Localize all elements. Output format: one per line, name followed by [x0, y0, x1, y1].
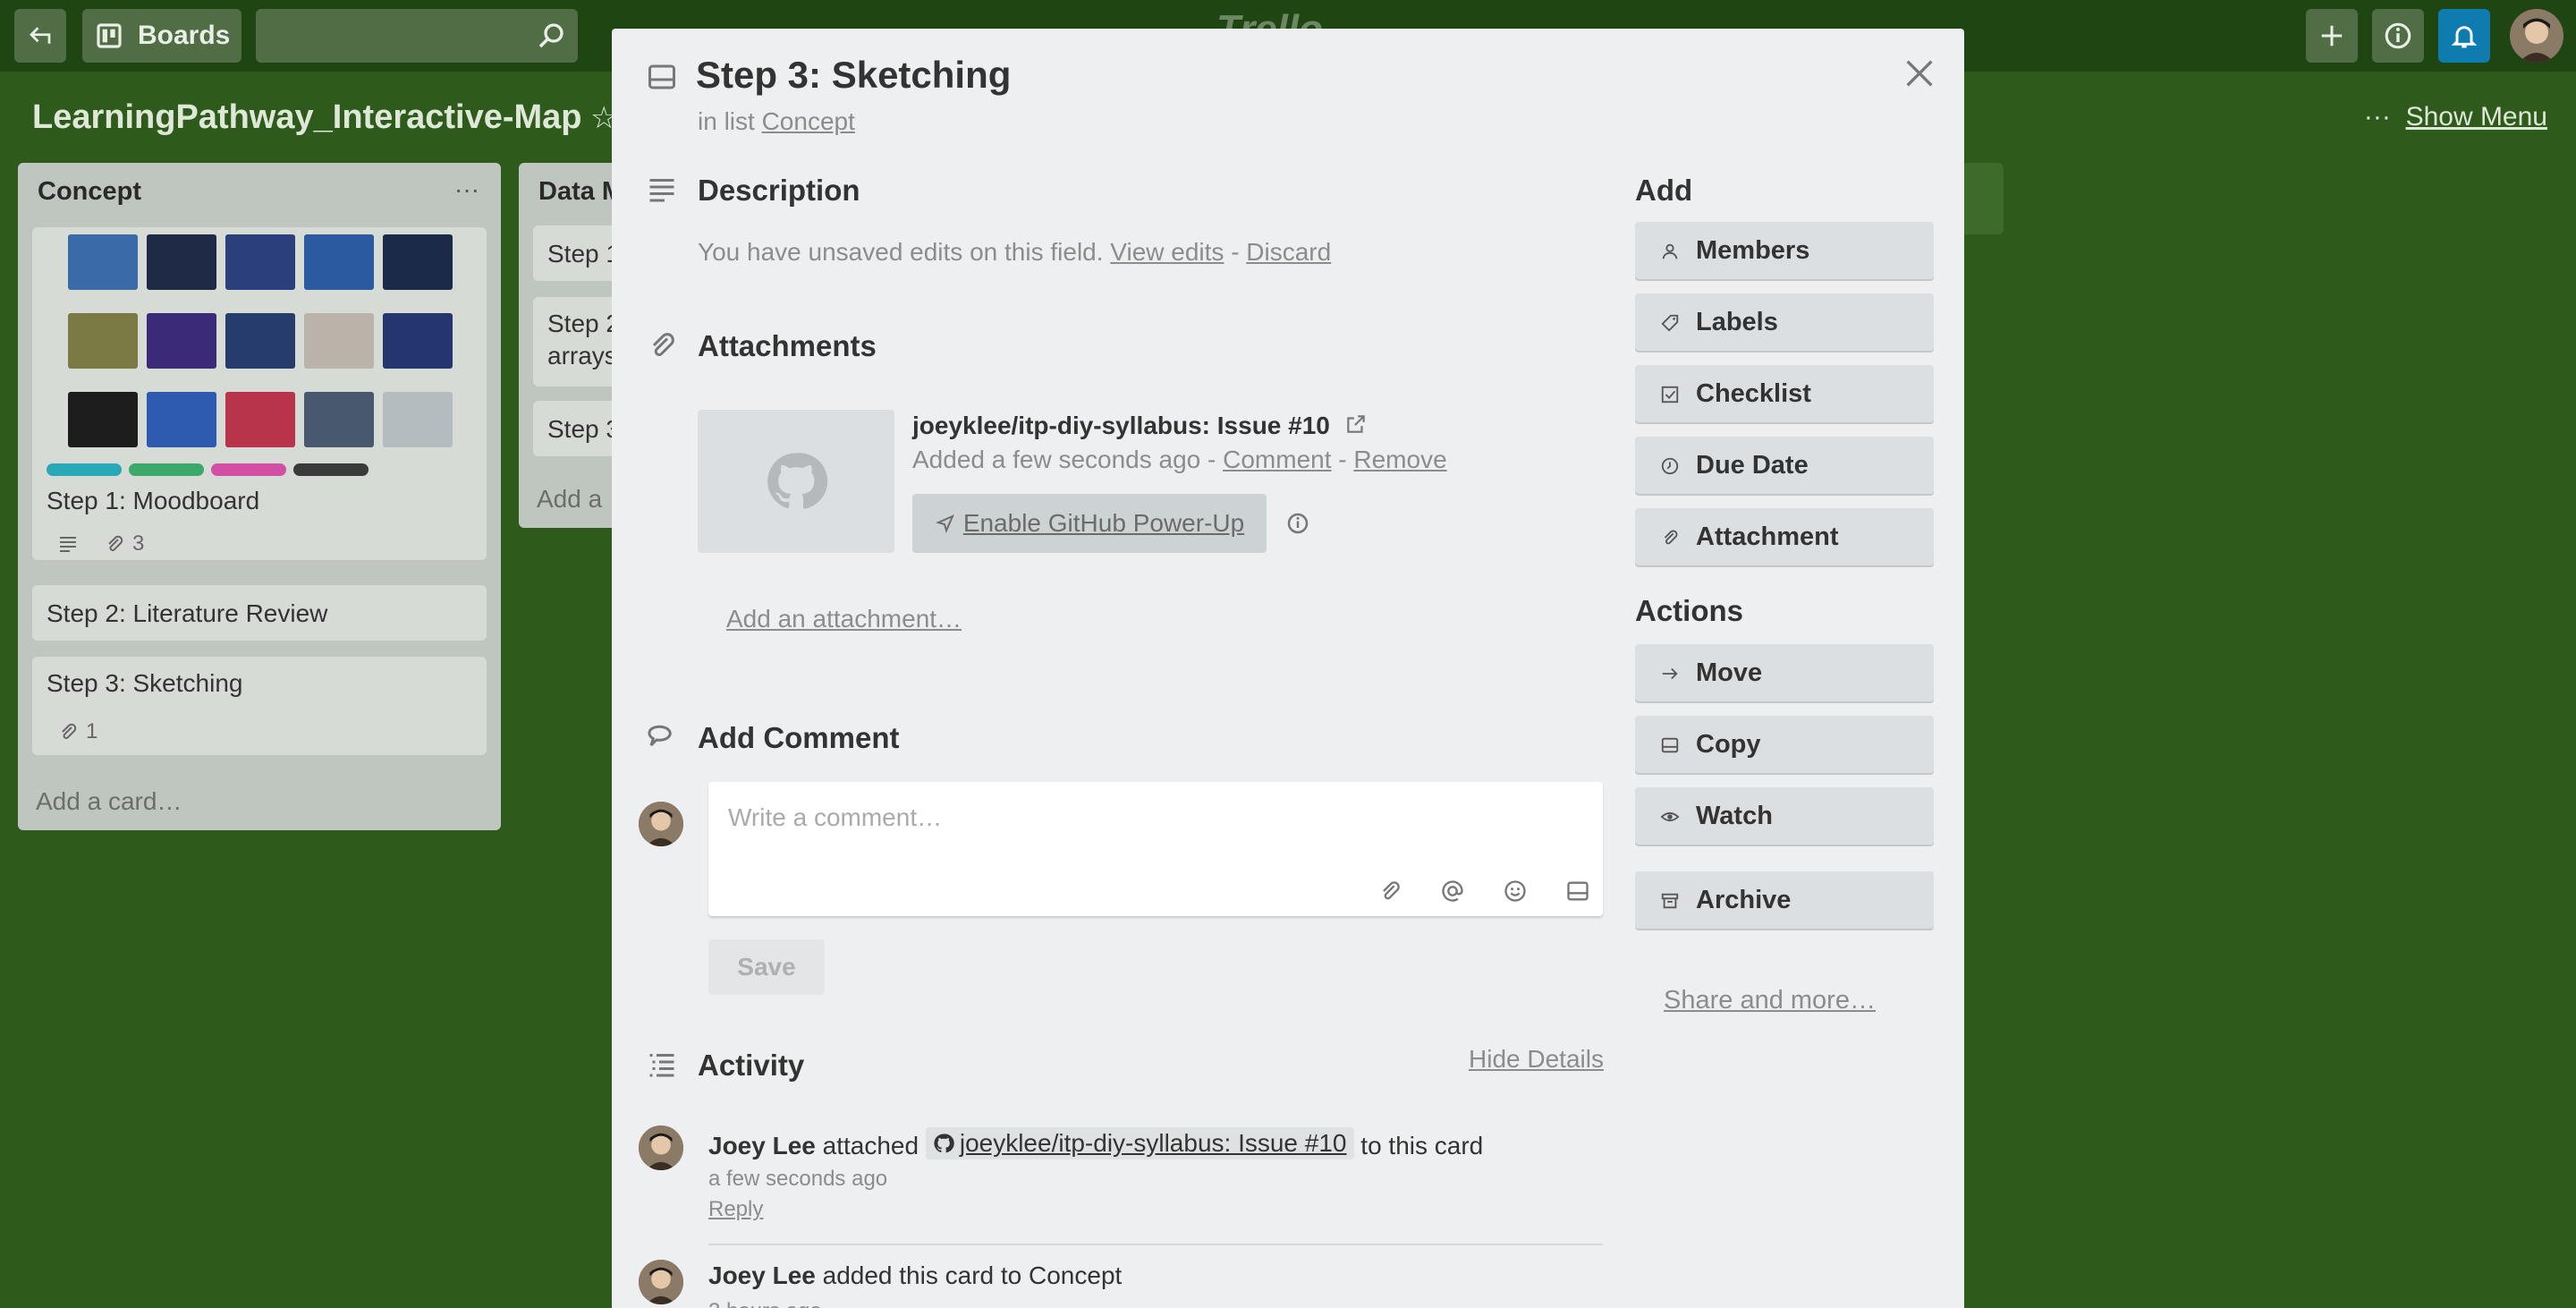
discard-link[interactable]: Discard: [1246, 238, 1331, 266]
card-detail-modal: Step 3: Sketching in list Concept Descri…: [612, 29, 1964, 1308]
actions-heading: Actions: [1635, 594, 1744, 627]
activity-divider: [708, 1244, 1603, 1245]
enable-github-powerup-button[interactable]: Enable GitHub Power-Up: [912, 494, 1267, 553]
avatar-face-icon: [639, 1125, 683, 1170]
activity-user[interactable]: Joey Lee: [708, 1132, 816, 1159]
activity-chip-label: joeyklee/itp-diy-syllabus: Issue #10: [959, 1129, 1347, 1157]
activity-item: Joey Lee added this card to Concept: [708, 1261, 1122, 1290]
due-date-label: Due Date: [1696, 450, 1809, 480]
emoji-icon[interactable]: [1503, 879, 1528, 904]
card-icon: [648, 64, 675, 89]
rocket-icon: [935, 514, 954, 533]
avatar-face-icon: [639, 802, 683, 846]
copy-button[interactable]: Copy: [1635, 716, 1934, 773]
activity-item: Joey Lee attached joeyklee/itp-diy-sylla…: [708, 1127, 1483, 1160]
checklist-button[interactable]: Checklist: [1635, 365, 1934, 422]
attachment-meta: Added a few seconds ago - Comment - Remo…: [912, 446, 1447, 474]
card-icon: [1661, 737, 1679, 753]
share-and-more-link[interactable]: Share and more…: [1664, 986, 1876, 1015]
view-edits-link[interactable]: View edits: [1110, 238, 1224, 266]
eye-icon: [1660, 811, 1680, 822]
activity-suffix: to this card: [1360, 1132, 1484, 1159]
archive-icon: [1661, 893, 1679, 909]
separator: -: [1231, 238, 1240, 266]
card-icon[interactable]: [1565, 879, 1590, 904]
attachment-remove-link[interactable]: Remove: [1353, 446, 1446, 473]
activity-icon: [649, 1054, 674, 1077]
arrow-right-icon: [1662, 667, 1678, 680]
move-label: Move: [1696, 658, 1763, 687]
attachment-icon[interactable]: [1377, 879, 1402, 904]
activity-heading: Activity: [698, 1049, 805, 1082]
external-link-icon: [1346, 415, 1365, 433]
attachments-heading: Attachments: [698, 329, 877, 362]
activity-time: a few seconds ago: [708, 1167, 888, 1191]
archive-label: Archive: [1696, 885, 1792, 914]
attachment-thumbnail[interactable]: [698, 410, 894, 553]
attachment-name-text: joeyklee/itp-diy-syllabus: Issue #10: [912, 412, 1330, 439]
card-title[interactable]: Step 3: Sketching: [696, 54, 1011, 97]
attachment-icon: [652, 333, 674, 356]
activity-attachment-chip[interactable]: joeyklee/itp-diy-syllabus: Issue #10: [925, 1127, 1354, 1159]
clock-icon: [1661, 457, 1679, 475]
checklist-label: Checklist: [1696, 378, 1811, 408]
github-icon: [934, 1134, 954, 1153]
info-icon[interactable]: [1284, 510, 1311, 537]
description-icon: [649, 179, 674, 202]
separator: -: [1338, 446, 1347, 473]
avatar: [639, 1125, 683, 1170]
in-list-prefix: in list: [698, 107, 755, 135]
in-list-text: in list Concept: [698, 107, 855, 136]
members-label: Members: [1696, 235, 1810, 265]
comment-input[interactable]: Write a comment…: [708, 782, 1603, 916]
attachment-comment-link[interactable]: Comment: [1223, 446, 1331, 473]
mention-icon[interactable]: [1440, 879, 1465, 904]
comment-icon: [648, 725, 672, 747]
attachment-button[interactable]: Attachment: [1635, 508, 1934, 565]
attachment-added: Added a few seconds ago -: [912, 446, 1216, 473]
labels-button[interactable]: Labels: [1635, 293, 1934, 351]
avatar: [639, 1260, 683, 1304]
github-button-label: Enable GitHub Power-Up: [962, 509, 1245, 537]
add-comment-heading: Add Comment: [698, 721, 900, 754]
activity-verb: added this card to Concept: [822, 1261, 1123, 1289]
labels-label: Labels: [1696, 307, 1778, 336]
watch-label: Watch: [1696, 801, 1773, 830]
description-heading: Description: [698, 174, 860, 207]
avatar-face-icon: [639, 1260, 683, 1304]
move-button[interactable]: Move: [1635, 644, 1934, 701]
save-button[interactable]: Save: [708, 939, 825, 995]
add-attachment-link[interactable]: Add an attachment…: [726, 605, 962, 633]
avatar: [639, 802, 683, 846]
activity-verb: attached: [822, 1132, 919, 1159]
unsaved-text: You have unsaved edits on this field.: [698, 238, 1104, 266]
members-button[interactable]: Members: [1635, 222, 1934, 279]
reply-link[interactable]: Reply: [708, 1197, 763, 1222]
attachment-name[interactable]: joeyklee/itp-diy-syllabus: Issue #10: [912, 412, 1368, 440]
tag-icon: [1661, 314, 1679, 332]
attachment-icon: [1664, 530, 1678, 545]
close-button[interactable]: [1902, 54, 1937, 98]
attachment-label: Attachment: [1696, 522, 1839, 551]
checkbox-icon: [1661, 386, 1679, 403]
archive-button[interactable]: Archive: [1635, 871, 1934, 929]
activity-time: 2 hours ago: [708, 1299, 822, 1308]
list-link[interactable]: Concept: [762, 107, 855, 135]
person-icon: [1662, 243, 1678, 259]
comment-placeholder: Write a comment…: [728, 803, 943, 831]
hide-details-link[interactable]: Hide Details: [1469, 1045, 1604, 1074]
copy-label: Copy: [1696, 729, 1761, 759]
github-icon: [767, 453, 828, 509]
due-date-button[interactable]: Due Date: [1635, 437, 1934, 494]
add-heading: Add: [1635, 174, 1693, 207]
unsaved-notice: You have unsaved edits on this field. Vi…: [698, 238, 1331, 267]
activity-user[interactable]: Joey Lee: [708, 1261, 816, 1289]
close-icon: [1906, 60, 1933, 87]
watch-button[interactable]: Watch: [1635, 787, 1934, 845]
